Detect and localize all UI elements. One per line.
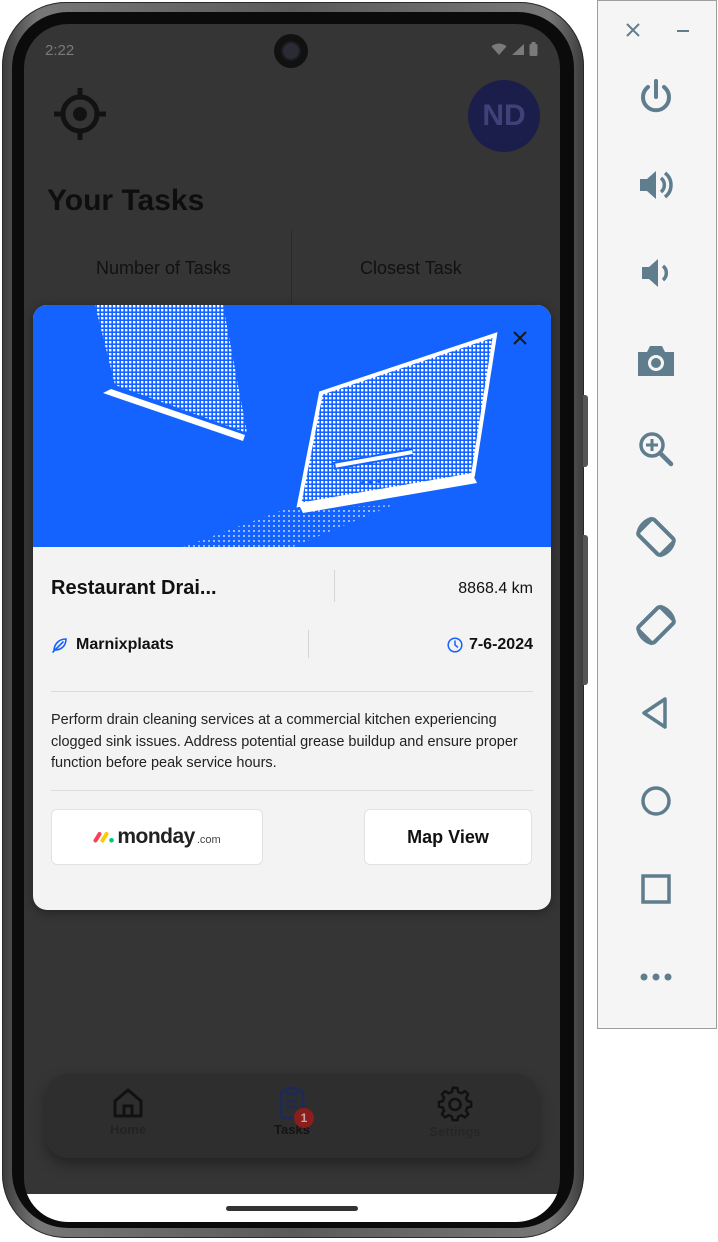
side-button-power [583,535,588,685]
nav-item-settings[interactable]: Settings [405,1086,505,1139]
battery-icon [529,42,538,56]
home-icon[interactable] [636,781,676,821]
laptops-illustration [95,305,498,547]
more-icon[interactable] [636,957,676,997]
monday-suffix: .com [196,834,221,846]
task-title: Restaurant Drai... [51,577,217,599]
location-text: Marnixplaats [76,636,174,653]
status-time: 2:22 [45,42,75,59]
number-of-tasks-label: Number of Tasks [96,258,231,278]
task-description: Perform drain cleaning services at a com… [51,712,518,771]
location-divider [308,630,309,658]
nav-label-settings: Settings [429,1124,481,1139]
home-icon [113,1088,143,1118]
nav-label-home: Home [109,1122,147,1137]
rotate-right-icon[interactable] [632,601,680,649]
monday-word: monday [117,825,195,848]
volume-down-icon[interactable] [636,253,676,293]
camera-icon[interactable] [636,341,676,381]
monday-logo-icon [93,832,115,843]
divider-bottom [51,790,533,791]
phone-screen: 2:22 ND Your Tasks Number of Tasks Close… [24,24,560,1222]
map-view-button[interactable]: Map View [364,809,532,865]
signal-icon [512,43,524,55]
hero-image [33,305,551,547]
back-icon[interactable] [636,693,676,733]
bottom-navigation: Home Tasks 1 Settings [46,1074,538,1158]
close-icon[interactable] [624,21,642,39]
date-text: 7-6-2024 [468,636,533,653]
gesture-bar[interactable] [226,1206,358,1211]
page-title: Your Tasks [47,184,205,217]
status-icons [491,42,538,56]
avatar[interactable]: ND [468,80,540,152]
gear-icon [437,1086,473,1122]
title-divider [334,570,335,602]
volume-up-icon[interactable] [636,165,676,205]
clock-icon [447,637,463,653]
wifi-icon [491,43,507,55]
task-location: Marnixplaats [51,636,174,654]
power-icon[interactable] [636,77,676,117]
side-button-volume [583,395,588,467]
rotate-left-icon[interactable] [632,513,680,561]
monday-button[interactable]: monday .com [51,809,263,865]
closest-task-label: Closest Task [360,258,462,278]
close-icon[interactable] [505,323,535,353]
task-distance: 8868.4 km [458,580,533,597]
overview-icon[interactable] [636,869,676,909]
tasks-badge: 1 [294,1108,314,1128]
minimize-icon[interactable] [674,21,692,39]
nav-item-home[interactable]: Home [78,1086,178,1137]
front-camera [274,34,308,68]
divider-top [51,691,533,692]
task-date: 7-6-2024 [447,636,533,654]
zoom-icon[interactable] [636,429,676,469]
map-view-label: Map View [407,826,489,847]
locate-icon[interactable] [50,84,110,144]
feather-icon [52,637,67,653]
nav-item-tasks[interactable]: Tasks 1 [242,1086,342,1137]
task-detail-modal: Restaurant Drai... 8868.4 km Marnixplaat… [33,305,551,910]
monday-logo: monday .com [93,825,221,849]
emulator-side-panel [597,0,717,1029]
